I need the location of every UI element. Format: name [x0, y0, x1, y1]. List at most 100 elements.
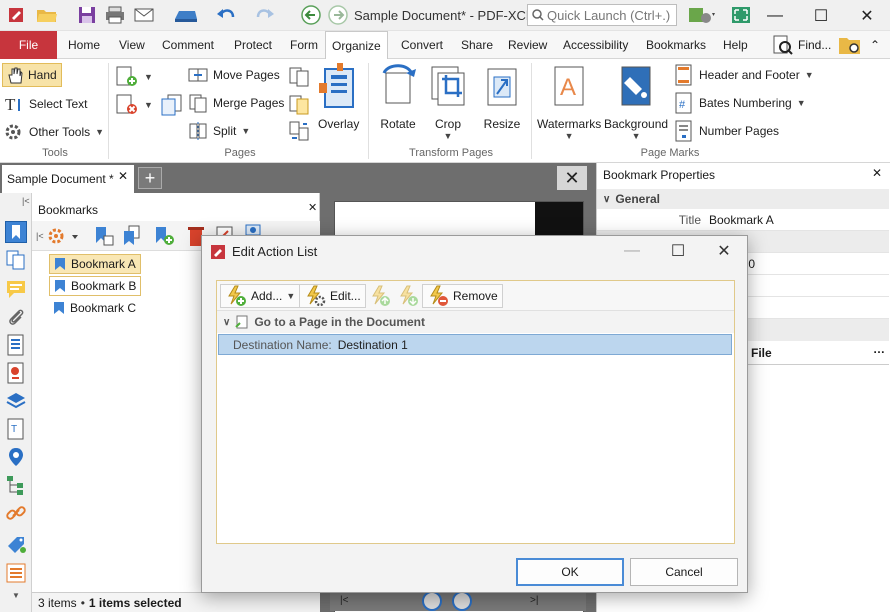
cancel-button[interactable]: Cancel	[630, 558, 738, 586]
undo-icon[interactable]	[215, 4, 237, 26]
select-text-button[interactable]: T Select Text	[4, 92, 87, 116]
bookmark-item[interactable]: Bookmark A	[49, 254, 141, 274]
watermarks-button[interactable]: A Watermarks ▼	[537, 63, 601, 141]
general-section-header[interactable]: ∨ General	[597, 189, 889, 209]
email-icon[interactable]	[131, 4, 159, 26]
last-page-icon[interactable]: >|	[530, 595, 538, 606]
rotate-button[interactable]: Rotate	[378, 63, 418, 131]
order-panel-icon[interactable]	[5, 562, 27, 584]
fullscreen-icon[interactable]	[730, 4, 752, 26]
next-view-icon[interactable]	[452, 591, 472, 611]
comments-panel-icon[interactable]	[5, 278, 27, 300]
signatures-panel-icon[interactable]	[5, 362, 27, 384]
other-tools-button[interactable]: Other Tools ▼	[4, 120, 104, 144]
crop-button[interactable]: Crop ▼	[428, 63, 468, 141]
back-icon[interactable]	[300, 4, 322, 26]
add-action-button[interactable]: Add... ▼	[220, 284, 301, 308]
close-properties-icon[interactable]: ✕	[872, 166, 882, 180]
tab-organize[interactable]: Organize	[325, 31, 388, 60]
quick-launch-input[interactable]: Quick Launch (Ctrl+.)	[527, 4, 677, 26]
property-row[interactable]: Title Bookmark A	[597, 209, 889, 231]
previous-view-icon[interactable]	[422, 591, 442, 611]
scan-icon[interactable]	[169, 4, 203, 26]
tab-convert[interactable]: Convert	[399, 31, 445, 59]
bates-numbering-button[interactable]: # Bates Numbering ▼	[674, 91, 806, 115]
new-bookmark-icon[interactable]	[152, 225, 176, 247]
move-pages-button[interactable]: Move Pages	[188, 63, 280, 87]
transform-group-label: Transform Pages	[409, 147, 493, 159]
find-button[interactable]: Find...	[772, 33, 831, 57]
tag-edit-panel-icon[interactable]	[5, 534, 27, 556]
extract-pages-button[interactable]	[160, 93, 184, 117]
more-options-icon[interactable]: …	[873, 342, 885, 356]
dialog-minimize-button[interactable]: —	[609, 236, 655, 266]
thumbnails-panel-icon[interactable]	[5, 249, 27, 271]
replace-pages-button[interactable]	[288, 65, 310, 89]
bookmark-item[interactable]: Bookmark B	[49, 276, 142, 296]
split-button[interactable]: Split ▼	[188, 119, 250, 143]
new-tab-button[interactable]: +	[138, 167, 162, 189]
structure-panel-icon[interactable]	[5, 474, 27, 496]
close-panel-icon[interactable]: ✕	[308, 201, 317, 214]
destination-row[interactable]: Destination Name: Destination 1	[218, 334, 732, 355]
dialog-close-button[interactable]: ✕	[701, 236, 747, 266]
dialog-maximize-button[interactable]: ☐	[655, 236, 701, 266]
tab-share[interactable]: Share	[459, 31, 495, 59]
resize-button[interactable]: Resize	[482, 63, 522, 131]
document-tab[interactable]: Sample Document * ✕	[2, 165, 134, 193]
print-icon[interactable]	[104, 4, 126, 26]
minimize-button[interactable]: —	[752, 0, 798, 31]
close-window-button[interactable]: ✕	[844, 0, 890, 31]
header-footer-button[interactable]: Header and Footer ▼	[674, 63, 814, 87]
tab-view[interactable]: View	[117, 31, 147, 59]
remove-action-button[interactable]: Remove	[422, 284, 503, 308]
customize-toolbar-icon[interactable]	[684, 4, 720, 26]
hand-tool-button[interactable]: Hand	[2, 63, 62, 87]
first-page-icon[interactable]: |<	[340, 595, 348, 606]
tab-protect[interactable]: Protect	[232, 31, 274, 59]
overlay-button[interactable]: Overlay	[318, 63, 359, 131]
tags-panel-icon[interactable]: T	[5, 418, 27, 440]
bookmark-item[interactable]: Bookmark C	[49, 298, 140, 318]
forward-icon[interactable]	[327, 4, 349, 26]
merge-pages-button[interactable]: Merge Pages	[188, 91, 284, 115]
move-down-button[interactable]	[392, 284, 424, 308]
tab-bookmarks[interactable]: Bookmarks	[644, 31, 708, 59]
swap-pages-button[interactable]	[288, 119, 310, 143]
attachments-panel-icon[interactable]	[5, 306, 27, 328]
content-panel-icon[interactable]	[5, 334, 27, 356]
delete-pages-button[interactable]: ▼	[115, 93, 153, 117]
redo-icon[interactable]	[254, 4, 276, 26]
number-pages-button[interactable]: Number Pages	[674, 119, 779, 143]
tab-form[interactable]: Form	[288, 31, 320, 59]
ok-button[interactable]: OK	[516, 558, 624, 586]
add-bookmark-child-icon[interactable]	[92, 225, 116, 247]
tab-help[interactable]: Help	[721, 31, 750, 59]
add-bookmark-sibling-icon[interactable]	[120, 225, 144, 247]
tab-review[interactable]: Review	[506, 31, 549, 59]
destinations-panel-icon[interactable]	[5, 446, 27, 468]
action-group-row[interactable]: ∨ Go to a Page in the Document	[217, 311, 734, 333]
tab-accessibility[interactable]: Accessibility	[561, 31, 630, 59]
background-button[interactable]: Background ▼	[604, 63, 668, 141]
layers-panel-icon[interactable]	[5, 390, 27, 412]
folder-search-icon[interactable]	[838, 34, 862, 56]
save-icon[interactable]	[76, 4, 98, 26]
more-panels-icon[interactable]: ▼	[12, 591, 20, 600]
tab-comment[interactable]: Comment	[160, 31, 216, 59]
insert-blank-button[interactable]	[288, 93, 310, 117]
file-tab[interactable]: File	[0, 31, 57, 59]
tab-home[interactable]: Home	[66, 31, 102, 59]
insert-pages-button[interactable]: ▼	[115, 65, 153, 89]
close-document-button[interactable]: ✕	[557, 166, 587, 190]
collapse-all-icon[interactable]: |<	[36, 231, 44, 241]
edit-action-button[interactable]: Edit...	[299, 284, 366, 308]
bookmarks-panel-icon[interactable]	[5, 221, 27, 243]
maximize-button[interactable]: ☐	[798, 0, 844, 31]
open-folder-icon[interactable]	[34, 4, 60, 26]
close-tab-icon[interactable]: ✕	[118, 169, 128, 183]
collapse-ribbon-icon[interactable]: ⌃	[870, 38, 880, 52]
links-panel-icon[interactable]	[5, 502, 27, 524]
bookmark-options-icon[interactable]	[46, 225, 80, 247]
collapse-icon[interactable]: |<	[22, 196, 30, 206]
